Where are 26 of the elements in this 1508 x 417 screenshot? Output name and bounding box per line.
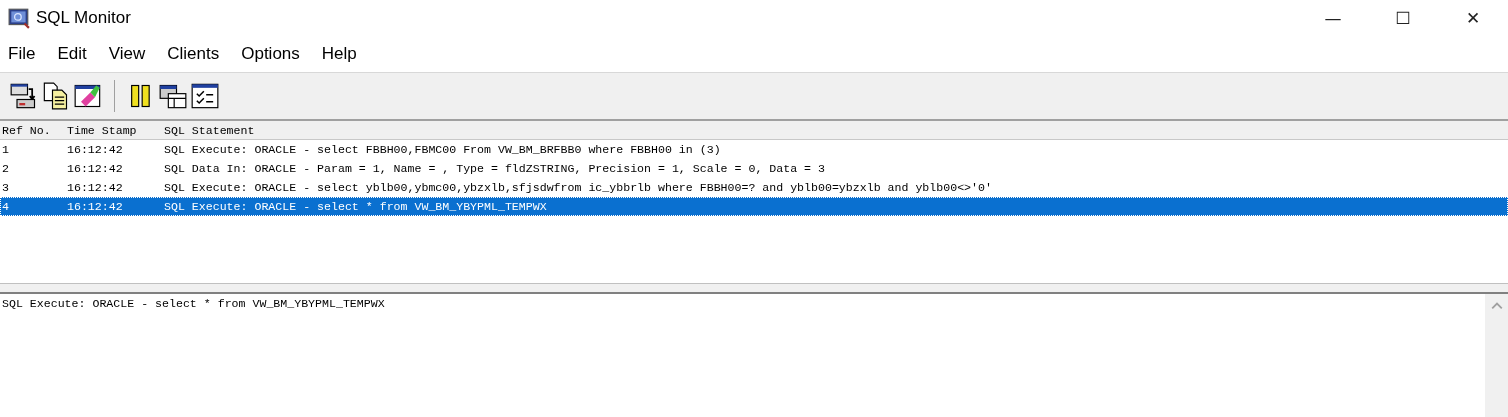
minimize-button[interactable]: — [1298,1,1368,35]
close-button[interactable]: ✕ [1438,1,1508,35]
splitter-bar[interactable] [0,284,1508,294]
column-header[interactable]: Ref No. [0,123,67,137]
statement-text: SQL Execute: ORACLE - select * from VW_BM_YBYPML_TEMPWX [1,296,386,312]
log-row[interactable]: 4 16:12:42 SQL Execute: ORACLE - select * from VW_BM_YBYPML_TEMPWX [0,197,1508,216]
menu-item[interactable]: Help [321,44,367,64]
window-title: SQL Monitor [36,8,131,28]
scrollbar[interactable] [1485,294,1508,417]
menu-item[interactable]: View [108,44,156,64]
checklist-icon[interactable] [191,82,219,110]
menu-item[interactable]: Clients [167,44,230,64]
menu-item[interactable]: File [8,44,46,64]
maximize-button[interactable]: ☐ [1368,1,1438,35]
log-row[interactable]: 3 16:12:42 SQL Execute: ORACLE - select yblb00,ybmc00,ybzxlb,sfjsdwfrom ic_ybbrlb where FBBH00=? and yblb00=ybzxlb and yblb00<>'0' [0,178,1508,197]
log-row[interactable]: 2 16:12:42 SQL Data In: ORACLE - Param = 1, Name = , Type = fldZSTRING, Precision = 1, Scale = 0, Data = 3 [0,159,1508,178]
eraser-window-icon[interactable] [74,82,102,110]
column-header[interactable]: Time Stamp [67,123,164,137]
menu-item[interactable]: Options [241,44,310,64]
window-arrow-icon[interactable] [10,82,38,110]
app-icon [8,7,30,29]
log-row[interactable]: 1 16:12:42 SQL Execute: ORACLE - select FBBH00,FBMC00 From VW_BM_BRFBB0 where FBBH00 in (3) [0,140,1508,159]
menu-item[interactable]: Edit [57,44,97,64]
copy-icon[interactable] [42,82,70,110]
windows-icon[interactable] [159,82,187,110]
column-header[interactable]: SQL Statement [164,123,255,137]
